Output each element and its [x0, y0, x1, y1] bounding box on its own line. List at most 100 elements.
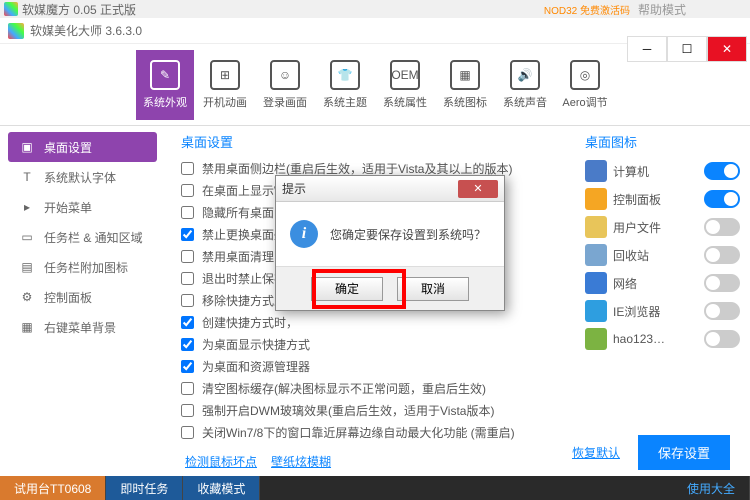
- toolbar-label: 系统声音: [503, 94, 547, 110]
- toolbar-label: 系统外观: [143, 94, 187, 110]
- checkbox[interactable]: [181, 294, 194, 307]
- dialog-close-button[interactable]: ✕: [458, 180, 498, 198]
- toolbar-shirt[interactable]: 👕 系统主题: [316, 50, 374, 120]
- check-label: 创建快捷方式时，: [202, 314, 298, 331]
- toolbar-label: 系统属性: [383, 94, 427, 110]
- sidebar-icon: ⚙: [18, 288, 36, 306]
- ok-button[interactable]: 确定: [311, 277, 383, 301]
- sidebar-label: 桌面设置: [44, 139, 92, 156]
- toolbar-windows[interactable]: ⊞开机动画: [196, 50, 254, 120]
- toolbar-brush[interactable]: ✎系统外观: [136, 50, 194, 120]
- toolbar-user[interactable]: ☺登录画面: [256, 50, 314, 120]
- nod-label[interactable]: NOD32 免费激活码: [544, 2, 630, 17]
- dialog-buttons: 确定 取消: [276, 266, 504, 310]
- maximize-button[interactable]: ☐: [667, 36, 707, 62]
- sidebar-icon: ▭: [18, 228, 36, 246]
- check-row-9: 为桌面和资源管理器: [181, 355, 559, 377]
- right-title: 桌面图标: [585, 132, 740, 151]
- checkbox[interactable]: [181, 272, 194, 285]
- window-controls: ─ ☐ ✕: [627, 36, 747, 62]
- sidebar-item-4[interactable]: ▤任务栏附加图标: [8, 252, 157, 282]
- sidebar-icon: T: [18, 168, 36, 186]
- outer-title: 软媒魔方 0.05 正式版: [22, 1, 136, 18]
- icon-label: 用户文件: [613, 219, 698, 236]
- check-label: 为桌面显示快捷方式: [202, 336, 310, 353]
- icon-row-1: 控制面板: [585, 185, 740, 213]
- toggle-switch[interactable]: [704, 302, 740, 320]
- sidebar: ▣ 桌面设置 T系统默认字体▸开始菜单▭任务栏 & 通知区域▤任务栏附加图标⚙控制面…: [0, 126, 165, 496]
- toggle-switch[interactable]: [704, 330, 740, 348]
- checkbox[interactable]: [181, 206, 194, 219]
- checkbox[interactable]: [181, 184, 194, 197]
- check-row-12: 关闭Win7/8下的窗口靠近屏幕边缘自动最大化功能 (需重启): [181, 421, 559, 443]
- sidebar-item-1[interactable]: T系统默认字体: [8, 162, 157, 192]
- sidebar-item-3[interactable]: ▭任务栏 & 通知区域: [8, 222, 157, 252]
- toolbar-sound[interactable]: 🔊系统声音: [496, 50, 554, 120]
- taskbar-seg-a[interactable]: 试用台TT0608: [0, 476, 106, 500]
- desktop-icon: [585, 160, 607, 182]
- check-label: 关闭Win7/8下的窗口靠近屏幕边缘自动最大化功能 (需重启): [202, 424, 515, 441]
- taskbar-seg-c[interactable]: 收藏模式: [183, 476, 260, 500]
- check-label: 为桌面和资源管理器: [202, 358, 310, 375]
- icon-row-3: 回收站: [585, 241, 740, 269]
- toolbar-target[interactable]: ◎Aero调节: [556, 50, 614, 120]
- check-label: 清空图标缓存(解决图标显示不正常问题，重启后生效): [202, 380, 486, 397]
- toggle-switch[interactable]: [704, 162, 740, 180]
- sidebar-icon: ▣: [18, 138, 36, 156]
- windows-icon: ⊞: [210, 60, 240, 90]
- checkbox[interactable]: [181, 162, 194, 175]
- icon-label: 计算机: [613, 163, 698, 180]
- toggle-switch[interactable]: [704, 218, 740, 236]
- sidebar-item-6[interactable]: ▦右键菜单背景: [8, 312, 157, 342]
- checkbox[interactable]: [181, 360, 194, 373]
- sidebar-icon: ▸: [18, 198, 36, 216]
- desktop-icon: [585, 300, 607, 322]
- icon-row-0: 计算机: [585, 157, 740, 185]
- oem-icon: OEM: [390, 60, 420, 90]
- check-row-8: 为桌面显示快捷方式: [181, 333, 559, 355]
- section-title: 桌面设置: [181, 132, 559, 151]
- link-check-pixels[interactable]: 检测鼠标坏点: [185, 453, 257, 470]
- minimize-button[interactable]: ─: [627, 36, 667, 62]
- sidebar-item-0[interactable]: ▣ 桌面设置: [8, 132, 157, 162]
- checkbox[interactable]: [181, 338, 194, 351]
- save-button[interactable]: 保存设置: [638, 435, 730, 470]
- desktop-icon: [585, 216, 607, 238]
- toolbar-oem[interactable]: OEM 系统属性: [376, 50, 434, 120]
- dialog-title: 提示: [282, 180, 306, 197]
- window-title: 软媒美化大师 3.6.3.0: [30, 22, 142, 39]
- toggle-switch[interactable]: [704, 274, 740, 292]
- target-icon: ◎: [570, 60, 600, 90]
- taskbar-seg-b[interactable]: 即时任务: [106, 476, 183, 500]
- link-wallpaper[interactable]: 壁纸炫模糊: [271, 453, 331, 470]
- toggle-switch[interactable]: [704, 190, 740, 208]
- taskbar-seg-d[interactable]: 使用大全: [673, 476, 750, 500]
- sidebar-item-2[interactable]: ▸开始菜单: [8, 192, 157, 222]
- footer-links: 检测鼠标坏点 壁纸炫模糊: [185, 453, 331, 470]
- check-label: 强制开启DWM玻璃效果(重启后生效，适用于Vista版本): [202, 402, 494, 419]
- icon-row-6: hao123…: [585, 325, 740, 353]
- icon-row-4: 网络: [585, 269, 740, 297]
- checkbox[interactable]: [181, 404, 194, 417]
- checkbox[interactable]: [181, 316, 194, 329]
- sidebar-item-5[interactable]: ⚙控制面板: [8, 282, 157, 312]
- toolbar-label: 系统图标: [443, 94, 487, 110]
- close-button[interactable]: ✕: [707, 36, 747, 62]
- cancel-button[interactable]: 取消: [397, 277, 469, 301]
- checkbox[interactable]: [181, 228, 194, 241]
- sidebar-label: 右键菜单背景: [44, 319, 116, 336]
- toggle-switch[interactable]: [704, 246, 740, 264]
- desktop-icon: [585, 272, 607, 294]
- shirt-icon: 👕: [330, 60, 360, 90]
- dialog-titlebar[interactable]: 提示 ✕: [276, 176, 504, 202]
- icon-row-2: 用户文件: [585, 213, 740, 241]
- checkbox[interactable]: [181, 382, 194, 395]
- icon-label: 回收站: [613, 247, 698, 264]
- toolbar-picture[interactable]: ▦系统图标: [436, 50, 494, 120]
- window-icon: [8, 23, 24, 39]
- restore-defaults-link[interactable]: 恢复默认: [572, 444, 620, 461]
- desktop-icon: [585, 244, 607, 266]
- toolbar-label: 系统主题: [323, 94, 367, 110]
- checkbox[interactable]: [181, 250, 194, 263]
- checkbox[interactable]: [181, 426, 194, 439]
